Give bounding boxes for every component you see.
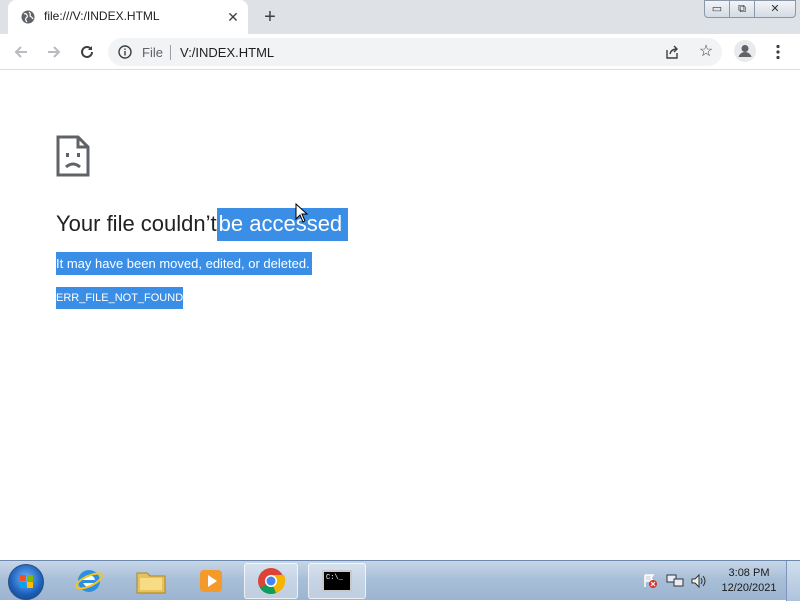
forward-button[interactable] [43, 41, 65, 63]
mouse-pointer-icon [295, 203, 309, 223]
error-code: ERR_FILE_NOT_FOUND [56, 287, 184, 309]
minimize-button[interactable]: ▭ [704, 0, 730, 18]
sad-file-icon [56, 135, 90, 177]
cmd-window-label: C:\_ [322, 570, 352, 592]
taskbar-clock[interactable]: 3:08 PM 12/20/2021 [716, 566, 782, 596]
browser-window: file:///V:/INDEX.HTML ✕ + ▭ ⧉ ✕ File V:/… [0, 0, 800, 560]
back-button[interactable] [10, 41, 32, 63]
clock-date: 12/20/2021 [721, 582, 777, 594]
info-icon[interactable] [118, 45, 132, 59]
headline-text: Your file couldn’t [56, 211, 217, 236]
tab-close-icon[interactable]: ✕ [225, 9, 241, 25]
headline-selected-text: be accessed [216, 208, 349, 241]
close-window-button[interactable]: ✕ [754, 0, 796, 18]
action-center-flag-icon[interactable] [642, 573, 658, 589]
reload-icon [81, 45, 93, 58]
share-icon[interactable] [664, 44, 680, 60]
tab-title: file:///V:/INDEX.HTML [44, 9, 160, 23]
address-bar[interactable]: File V:/INDEX.HTML ☆ [108, 38, 722, 66]
error-message: It may have been moved, edited, or delet… [56, 252, 312, 275]
arrow-right-icon [48, 46, 61, 58]
browser-toolbar: File V:/INDEX.HTML ☆ [0, 34, 800, 70]
restore-button[interactable]: ⧉ [729, 0, 755, 18]
network-icon[interactable] [666, 573, 684, 589]
system-tray [640, 569, 720, 593]
start-button[interactable] [8, 564, 44, 600]
person-icon [738, 45, 752, 57]
file-explorer-icon[interactable] [124, 563, 178, 599]
error-code-text: ERR_FILE_NOT_FOUND [56, 287, 184, 309]
show-desktop-button[interactable] [786, 561, 800, 601]
omnibox-divider [170, 45, 171, 60]
url-text[interactable]: V:/INDEX.HTML [180, 45, 274, 60]
taskbar: C:\_ 3:08 PM 12/20/2021 [0, 560, 800, 601]
scheme-label: File [142, 45, 163, 60]
reload-button[interactable] [76, 41, 98, 63]
bookmark-star-icon[interactable]: ☆ [697, 43, 715, 61]
clock-time: 3:08 PM [728, 567, 770, 579]
command-prompt-icon[interactable]: C:\_ [308, 563, 366, 599]
more-vert-icon[interactable] [768, 42, 788, 62]
new-tab-button[interactable]: + [259, 6, 281, 28]
browser-tab[interactable]: file:///V:/INDEX.HTML ✕ [8, 0, 248, 34]
volume-icon[interactable] [690, 573, 708, 589]
tab-strip: file:///V:/INDEX.HTML ✕ + ▭ ⧉ ✕ [0, 0, 800, 34]
error-message-text: It may have been moved, edited, or delet… [56, 252, 312, 275]
media-player-icon[interactable] [184, 563, 238, 599]
profile-avatar-button[interactable] [734, 40, 756, 62]
chrome-icon[interactable] [244, 563, 298, 599]
globe-icon [21, 10, 35, 24]
windows-logo-icon [20, 575, 33, 588]
error-page: Your file couldn’tbe accessed It may hav… [0, 71, 800, 560]
arrow-left-icon [14, 46, 27, 58]
internet-explorer-icon[interactable] [62, 563, 116, 599]
